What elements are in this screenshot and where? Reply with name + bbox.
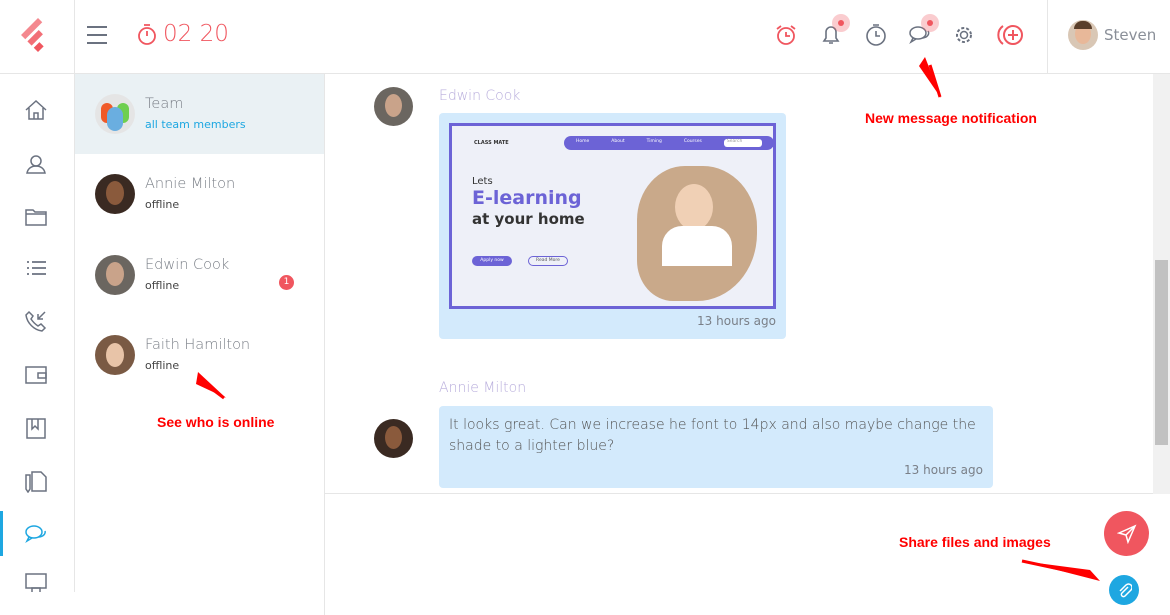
avatar (374, 87, 413, 126)
add-button[interactable] (996, 22, 1026, 48)
bookmark-icon[interactable] (24, 416, 48, 440)
image-logo-text: CLASS MATE (474, 140, 509, 146)
messages-button[interactable] (907, 14, 939, 48)
header-divider (1047, 0, 1048, 73)
contact-team[interactable]: Team all team members (75, 74, 324, 154)
timer-value: 02 20 (163, 21, 229, 47)
avatar (374, 419, 413, 458)
message-text: It looks great. Can we increase he font … (449, 417, 976, 454)
active-indicator (0, 511, 3, 556)
image-nav: Home About Timing Courses Search (564, 136, 773, 150)
unread-badge: 1 (279, 275, 294, 290)
contact-status: offline (145, 359, 180, 372)
annotation-online: See who is online (157, 414, 275, 430)
presentation-icon[interactable] (24, 571, 48, 595)
contacts-panel: Team all team members Annie Milton offli… (75, 74, 325, 615)
documents-icon[interactable] (24, 469, 48, 493)
contact-faith-hamilton[interactable]: Faith Hamilton offline (75, 315, 324, 395)
notifications-button[interactable] (818, 14, 850, 48)
stopwatch-icon (138, 24, 156, 45)
list-icon[interactable] (24, 256, 48, 280)
team-avatar (95, 94, 135, 134)
contact-status: all team members (145, 118, 246, 131)
message-author: Annie Milton (439, 380, 527, 396)
chat-icon[interactable] (24, 522, 48, 546)
image-text: E-learning (472, 187, 582, 209)
attach-button[interactable] (1109, 575, 1139, 605)
logo-icon (21, 18, 44, 52)
image-text: Apply now (472, 256, 512, 266)
contact-name: Team (145, 96, 184, 112)
contact-annie-milton[interactable]: Annie Milton offline (75, 154, 324, 234)
avatar (1068, 20, 1098, 50)
timer: 02 20 (137, 21, 229, 47)
calls-icon[interactable] (24, 309, 48, 333)
contacts-icon[interactable] (24, 152, 48, 176)
paperclip-icon (1119, 583, 1132, 598)
message-time: 13 hours ago (904, 463, 983, 477)
wallet-icon[interactable] (24, 363, 48, 387)
gear-icon (956, 27, 972, 43)
image-photo (637, 166, 757, 301)
contact-status: offline (145, 198, 180, 211)
image-text: at your home (472, 210, 585, 228)
add-circle-icon (997, 25, 1023, 45)
user-menu[interactable]: Steven (1068, 20, 1156, 50)
home-icon[interactable] (24, 98, 48, 122)
username: Steven (1104, 26, 1157, 44)
contact-status: offline (145, 279, 180, 292)
alarm-button[interactable] (773, 22, 799, 48)
folder-icon[interactable] (24, 205, 48, 229)
send-button[interactable] (1104, 511, 1149, 556)
annotation-notification: New message notification (865, 110, 1037, 126)
image-text: Read More (528, 256, 568, 266)
contact-name: Annie Milton (145, 176, 236, 192)
annotation-share: Share files and images (899, 534, 1051, 550)
shared-image[interactable]: CLASS MATE Home About Timing Courses Search … (449, 123, 776, 309)
menu-toggle-icon[interactable] (87, 26, 107, 44)
logo[interactable] (0, 0, 75, 73)
stopwatch-icon (866, 24, 886, 46)
message-time: 13 hours ago (697, 314, 776, 328)
image-text: Lets (472, 176, 493, 187)
timer-button[interactable] (863, 22, 889, 48)
alarm-icon (776, 25, 796, 45)
message-bubble-text: It looks great. Can we increase he font … (439, 406, 993, 488)
message-author: Edwin Cook (439, 88, 521, 104)
send-icon (1116, 524, 1136, 544)
scrollbar-thumb[interactable] (1155, 260, 1168, 445)
avatar (95, 335, 135, 375)
avatar (95, 255, 135, 295)
message-bubble-image: CLASS MATE Home About Timing Courses Search … (439, 113, 786, 339)
settings-button[interactable] (951, 22, 977, 48)
avatar (95, 174, 135, 214)
contact-name: Edwin Cook (145, 257, 230, 273)
contact-name: Faith Hamilton (145, 337, 251, 353)
